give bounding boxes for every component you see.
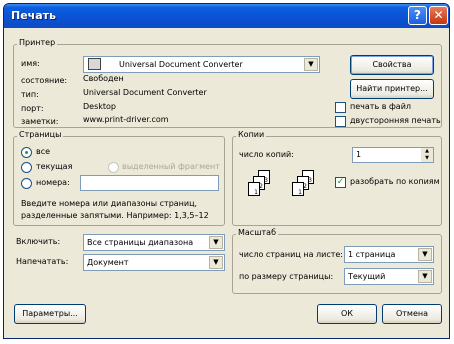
options-button[interactable]: Параметры... <box>14 304 86 324</box>
dropdown-arrow-icon[interactable]: ▼ <box>209 256 223 269</box>
include-label: Включить: <box>16 237 61 246</box>
notes-value: www.print-driver.com <box>83 115 169 124</box>
printer-group-title: Принтер <box>17 38 58 47</box>
collate-page-b1: 1 <box>292 182 304 196</box>
status-value: Свободен <box>83 74 124 83</box>
include-select[interactable]: Все страницы диапазона ▼ <box>83 234 225 251</box>
properties-button[interactable]: Свойства <box>350 55 434 75</box>
notes-label: заметки: <box>21 117 59 126</box>
zoom-group-title: Масштаб <box>236 228 279 237</box>
spin-down-icon[interactable]: ▼ <box>421 155 433 162</box>
scale-label: по размеру страницы: <box>239 272 334 281</box>
collate-checkbox[interactable]: ✓ <box>335 177 346 188</box>
dropdown-arrow-icon[interactable]: ▼ <box>209 236 223 249</box>
scale-value: Текущий <box>348 272 386 281</box>
printer-name-select[interactable]: Universal Document Converter ▼ <box>83 56 320 73</box>
collate-label: разобрать по копиям <box>350 177 440 186</box>
printer-name-label: имя: <box>21 59 40 68</box>
port-label: порт: <box>21 104 44 113</box>
cancel-button[interactable]: Отмена <box>382 304 442 324</box>
pages-group-title: Страницы <box>17 130 64 139</box>
per-sheet-select[interactable]: 1 страница ▼ <box>344 246 434 263</box>
pages-numbers-radio[interactable] <box>21 178 32 189</box>
pages-numbers-label: номера: <box>36 178 70 187</box>
include-value: Все страницы диапазона <box>87 238 194 247</box>
print-to-file-checkbox[interactable] <box>335 102 346 113</box>
pages-selection-radio[interactable] <box>108 162 119 173</box>
spin-up-icon[interactable]: ▲ <box>421 148 433 155</box>
collate-page-a1: 1 <box>248 182 260 196</box>
pages-current-label: текущая <box>36 162 73 171</box>
copies-count-label: число копий: <box>239 150 294 159</box>
copies-group-title: Копии <box>236 130 267 139</box>
close-button[interactable]: ✕ <box>429 6 448 25</box>
printer-icon <box>88 58 101 70</box>
type-label: тип: <box>21 90 39 99</box>
per-sheet-label: число страниц на листе: <box>239 250 343 259</box>
print-what-value: Документ <box>87 258 129 267</box>
per-sheet-value: 1 страница <box>348 250 396 259</box>
print-what-label: Напечатать: <box>16 257 69 266</box>
find-printer-button[interactable]: Найти принтер... <box>350 79 434 99</box>
copies-count-value: 1 <box>356 150 362 159</box>
help-button[interactable]: ? <box>408 6 427 25</box>
port-value: Desktop <box>83 102 116 111</box>
status-label: состояние: <box>21 76 68 85</box>
duplex-checkbox[interactable] <box>335 116 346 127</box>
print-dialog: Печать ? ✕ Принтер имя: Universal Docume… <box>3 3 450 339</box>
page-numbers-input[interactable] <box>80 175 219 191</box>
pages-current-radio[interactable] <box>21 162 32 173</box>
print-to-file-label: печать в файл <box>350 102 412 111</box>
pages-selection-label: выделенный фрагмент <box>122 162 220 171</box>
title-bar: Печать ? ✕ <box>4 4 449 28</box>
ok-button[interactable]: ОК <box>317 304 377 324</box>
dropdown-arrow-icon[interactable]: ▼ <box>418 248 432 261</box>
duplex-label: двусторонняя печать <box>350 116 441 125</box>
pages-all-radio[interactable] <box>21 147 32 158</box>
zoom-group <box>232 234 442 294</box>
scale-select[interactable]: Текущий ▼ <box>344 268 434 285</box>
printer-name-value: Universal Document Converter <box>119 60 243 69</box>
print-what-select[interactable]: Документ ▼ <box>83 254 225 271</box>
copies-count-input[interactable]: 1 ▲ ▼ <box>352 147 434 163</box>
type-value: Universal Document Converter <box>83 88 207 97</box>
pages-hint-line2: разделенные запятыми. Например: 1,3,5–12 <box>21 211 209 220</box>
pages-all-label: все <box>36 147 51 156</box>
dialog-title: Печать <box>11 9 56 22</box>
pages-hint-line1: Введите номера или диапазоны страниц, <box>21 199 198 208</box>
dropdown-arrow-icon[interactable]: ▼ <box>304 58 318 71</box>
dropdown-arrow-icon[interactable]: ▼ <box>418 270 432 283</box>
